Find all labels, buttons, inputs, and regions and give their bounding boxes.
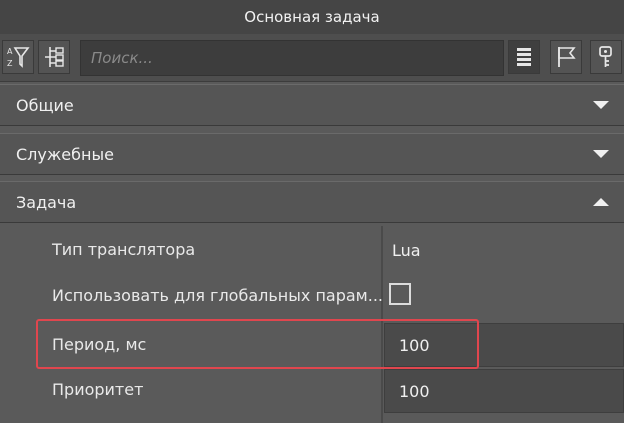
flag-button[interactable]: [550, 40, 582, 74]
window-title: Основная задача: [0, 0, 624, 35]
chevron-up-icon: [593, 198, 609, 206]
section-label: Служебные: [16, 144, 114, 164]
chevron-down-icon: [593, 150, 609, 158]
priority-value: 100: [399, 381, 430, 401]
property-label: Период, мс: [52, 335, 147, 354]
key-icon: [599, 46, 612, 67]
tree-view-button[interactable]: [38, 40, 70, 74]
property-label: Использовать для глобальных парам...: [52, 286, 383, 305]
section-service[interactable]: Служебные: [0, 133, 624, 175]
global-params-checkbox[interactable]: [389, 283, 411, 305]
sort-az-filter-icon: A Z: [7, 47, 30, 68]
sort-filter-button[interactable]: A Z: [2, 40, 34, 74]
section-label: Общие: [16, 95, 74, 115]
section-label: Задача: [16, 192, 77, 212]
svg-text:A: A: [7, 47, 13, 56]
property-label: Тип транслятора: [52, 240, 196, 259]
priority-value-field[interactable]: 100: [384, 369, 624, 413]
column-divider: [381, 226, 383, 423]
list-view-icon: [517, 48, 531, 66]
key-button[interactable]: [590, 40, 622, 74]
property-label: Приоритет: [52, 380, 144, 399]
section-general[interactable]: Общие: [0, 84, 624, 126]
svg-text:Z: Z: [7, 59, 13, 68]
section-task[interactable]: Задача: [0, 181, 624, 223]
period-value: 100: [399, 335, 430, 355]
flag-icon: [558, 47, 576, 67]
chevron-down-icon: [593, 101, 609, 109]
list-view-button[interactable]: [508, 40, 540, 74]
search-field[interactable]: [80, 40, 504, 76]
tree-structure-icon: [45, 47, 64, 67]
search-input[interactable]: [89, 48, 495, 68]
translator-type-value[interactable]: Lua: [392, 241, 421, 260]
period-value-field[interactable]: 100: [384, 323, 624, 367]
